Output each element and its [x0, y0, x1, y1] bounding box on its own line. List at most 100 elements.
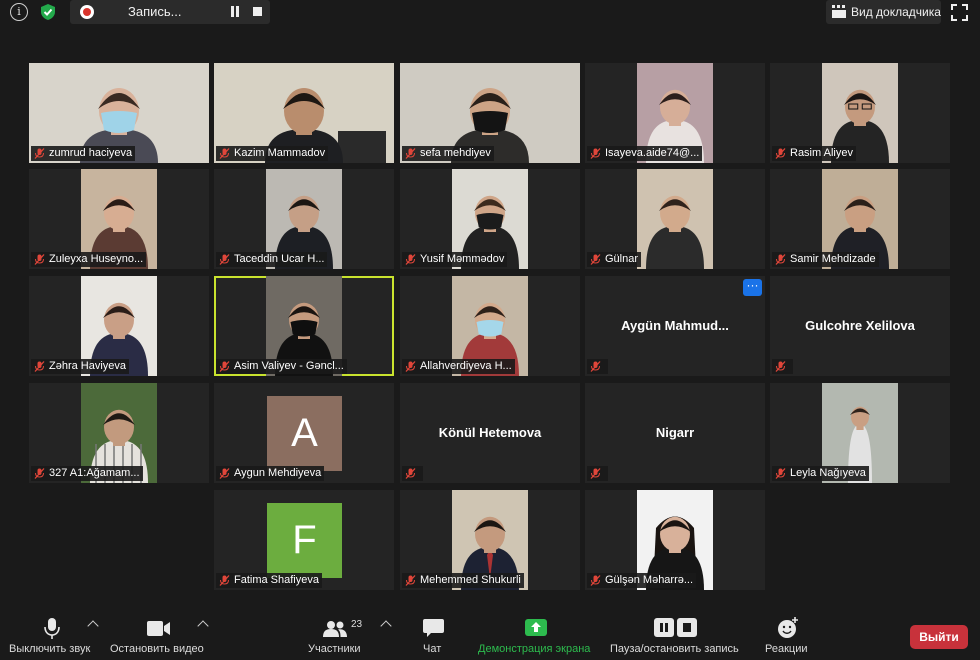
participant-video-frame	[637, 169, 713, 269]
chat-label: Чат	[423, 643, 442, 655]
recording-label: Запись...	[128, 4, 182, 19]
participant-tile[interactable]: zumrud haciyeva	[29, 63, 209, 163]
participant-tile[interactable]: Yusif Məmmədov	[400, 169, 580, 269]
participant-name-label: zumrud haciyeva	[31, 146, 136, 161]
microphone-muted-icon	[775, 361, 786, 372]
participant-name: Leyla Nağıyeva	[790, 467, 866, 479]
participant-name-label: Isayeva.aide74@...	[587, 146, 703, 161]
participant-tile[interactable]: Gulcohre Xelilova	[770, 276, 950, 376]
fullscreen-icon[interactable]	[951, 4, 968, 21]
microphone-muted-icon	[219, 468, 230, 479]
participant-name: Samir Mehdizade	[790, 253, 876, 265]
microphone-muted-icon	[34, 148, 45, 159]
participant-tile[interactable]: Zuleyxa Huseyno...	[29, 169, 209, 269]
participant-name: Fatima Shafiyeva	[234, 574, 319, 586]
share-screen-button[interactable]: Демонстрация экрана	[474, 608, 598, 660]
participant-name: Kazim Mammadov	[234, 147, 326, 159]
participant-name: Isayeva.aide74@...	[605, 147, 700, 159]
participant-tile[interactable]: 327 A1:Ağamam...	[29, 383, 209, 483]
pause-recording-icon[interactable]	[229, 6, 241, 18]
microphone-icon	[44, 618, 60, 639]
participant-name-large: Nigarr	[655, 425, 695, 440]
reactions-button[interactable]: Реакции	[758, 608, 818, 660]
participant-tile[interactable]: F Fatima Shafiyeva	[214, 490, 394, 590]
speaker-view-button[interactable]: Вид докладчика	[826, 0, 941, 24]
microphone-muted-icon	[219, 361, 230, 372]
participant-tile[interactable]: Allahverdiyeva H...	[400, 276, 580, 376]
participant-tile[interactable]: A Aygun Mehdiyeva	[214, 383, 394, 483]
participant-tile[interactable]: Gülşən Məharrə...	[585, 490, 765, 590]
participants-options-caret-icon[interactable]	[380, 620, 392, 632]
participant-name-label: Allahverdiyeva H...	[402, 359, 515, 374]
participant-video	[637, 169, 713, 269]
microphone-muted-icon	[590, 148, 601, 159]
participant-tile[interactable]: Asim Valiyev - Gəncl...	[214, 276, 394, 376]
stop-recording-icon[interactable]	[253, 7, 262, 16]
participant-name-label: Yusif Məmmədov	[402, 252, 508, 267]
microphone-muted-icon	[34, 361, 45, 372]
microphone-muted-icon	[219, 148, 230, 159]
participant-name: Gülnar	[605, 253, 639, 265]
participant-name-large: Aygün Mahmud...	[621, 318, 729, 333]
chat-button[interactable]: Чат	[412, 608, 456, 660]
smiley-plus-icon	[778, 617, 798, 638]
pause-icon	[654, 618, 674, 637]
grid-view-icon	[832, 5, 846, 18]
recording-indicator: Запись...	[70, 0, 270, 24]
participant-name-large: Gulcohre Xelilova	[805, 318, 915, 333]
participant-avatar: F	[267, 503, 342, 578]
participants-icon	[323, 621, 347, 637]
participant-tile[interactable]: Kazim Mammadov	[214, 63, 394, 163]
participant-name-label: Taceddin Ucar H...	[216, 252, 328, 267]
participant-name: Aygun Mehdiyeva	[234, 467, 322, 479]
participant-tile[interactable]: Aygün Mahmud... ···	[585, 276, 765, 376]
chat-bubble-icon	[423, 619, 444, 637]
leave-button[interactable]: Выйти	[910, 625, 968, 649]
participant-name: Asim Valiyev - Gəncl...	[234, 360, 344, 372]
participant-tile[interactable]: Gülnar	[585, 169, 765, 269]
participant-name-label: Aygun Mehdiyeva	[216, 466, 325, 481]
more-options-button[interactable]: ···	[743, 279, 762, 296]
participant-name-label	[587, 466, 608, 481]
mute-button[interactable]: Выключить звук	[0, 608, 110, 660]
participant-name: 327 A1:Ağamam...	[49, 467, 140, 479]
speaker-view-label: Вид докладчика	[851, 5, 941, 19]
participant-name-label: Gülnar	[587, 252, 642, 267]
participant-tile[interactable]: Samir Mehdizade	[770, 169, 950, 269]
participant-name-label	[772, 359, 793, 374]
info-icon[interactable]: i	[10, 3, 28, 21]
participant-name: Zəhra Haviyeva	[49, 360, 127, 372]
participant-tile[interactable]: Rasim Aliyev	[770, 63, 950, 163]
participant-name: Zuleyxa Huseyno...	[49, 253, 144, 265]
stop-video-button[interactable]: Остановить видео	[110, 608, 210, 660]
participant-name-label: Rasim Aliyev	[772, 146, 856, 161]
participant-name-label: Samir Mehdizade	[772, 252, 879, 267]
microphone-muted-icon	[405, 254, 416, 265]
microphone-muted-icon	[405, 468, 416, 479]
participant-name-label: Zuleyxa Huseyno...	[31, 252, 147, 267]
microphone-muted-icon	[219, 254, 230, 265]
participants-button[interactable]: 23 Участники	[305, 608, 375, 660]
participant-tile[interactable]: sefa mehdiyev	[400, 63, 580, 163]
participant-tile[interactable]: Taceddin Ucar H...	[214, 169, 394, 269]
share-screen-icon	[525, 619, 547, 636]
participant-name: Gülşən Məharrə...	[605, 574, 694, 586]
participant-tile[interactable]: Könül Hetemova	[400, 383, 580, 483]
participant-tile[interactable]: Nigarr	[585, 383, 765, 483]
pause-stop-recording-button[interactable]: Пауза/остановить запись	[606, 608, 742, 660]
participant-name-label	[587, 359, 608, 374]
participants-label: Участники	[308, 643, 361, 655]
mute-label: Выключить звук	[9, 643, 91, 655]
microphone-muted-icon	[34, 254, 45, 265]
record-label: Пауза/остановить запись	[610, 643, 739, 655]
shield-icon[interactable]	[39, 3, 57, 21]
participant-name-label: 327 A1:Ağamam...	[31, 466, 143, 481]
participant-tile[interactable]: Isayeva.aide74@...	[585, 63, 765, 163]
share-screen-label: Демонстрация экрана	[478, 643, 591, 655]
participant-tile[interactable]: Mehemmed Shukurli	[400, 490, 580, 590]
participant-tile[interactable]: Zəhra Haviyeva	[29, 276, 209, 376]
participant-name: Taceddin Ucar H...	[234, 253, 325, 265]
participant-name: sefa mehdiyev	[420, 147, 491, 159]
participant-tile[interactable]: Leyla Nağıyeva	[770, 383, 950, 483]
participants-count: 23	[351, 619, 363, 630]
